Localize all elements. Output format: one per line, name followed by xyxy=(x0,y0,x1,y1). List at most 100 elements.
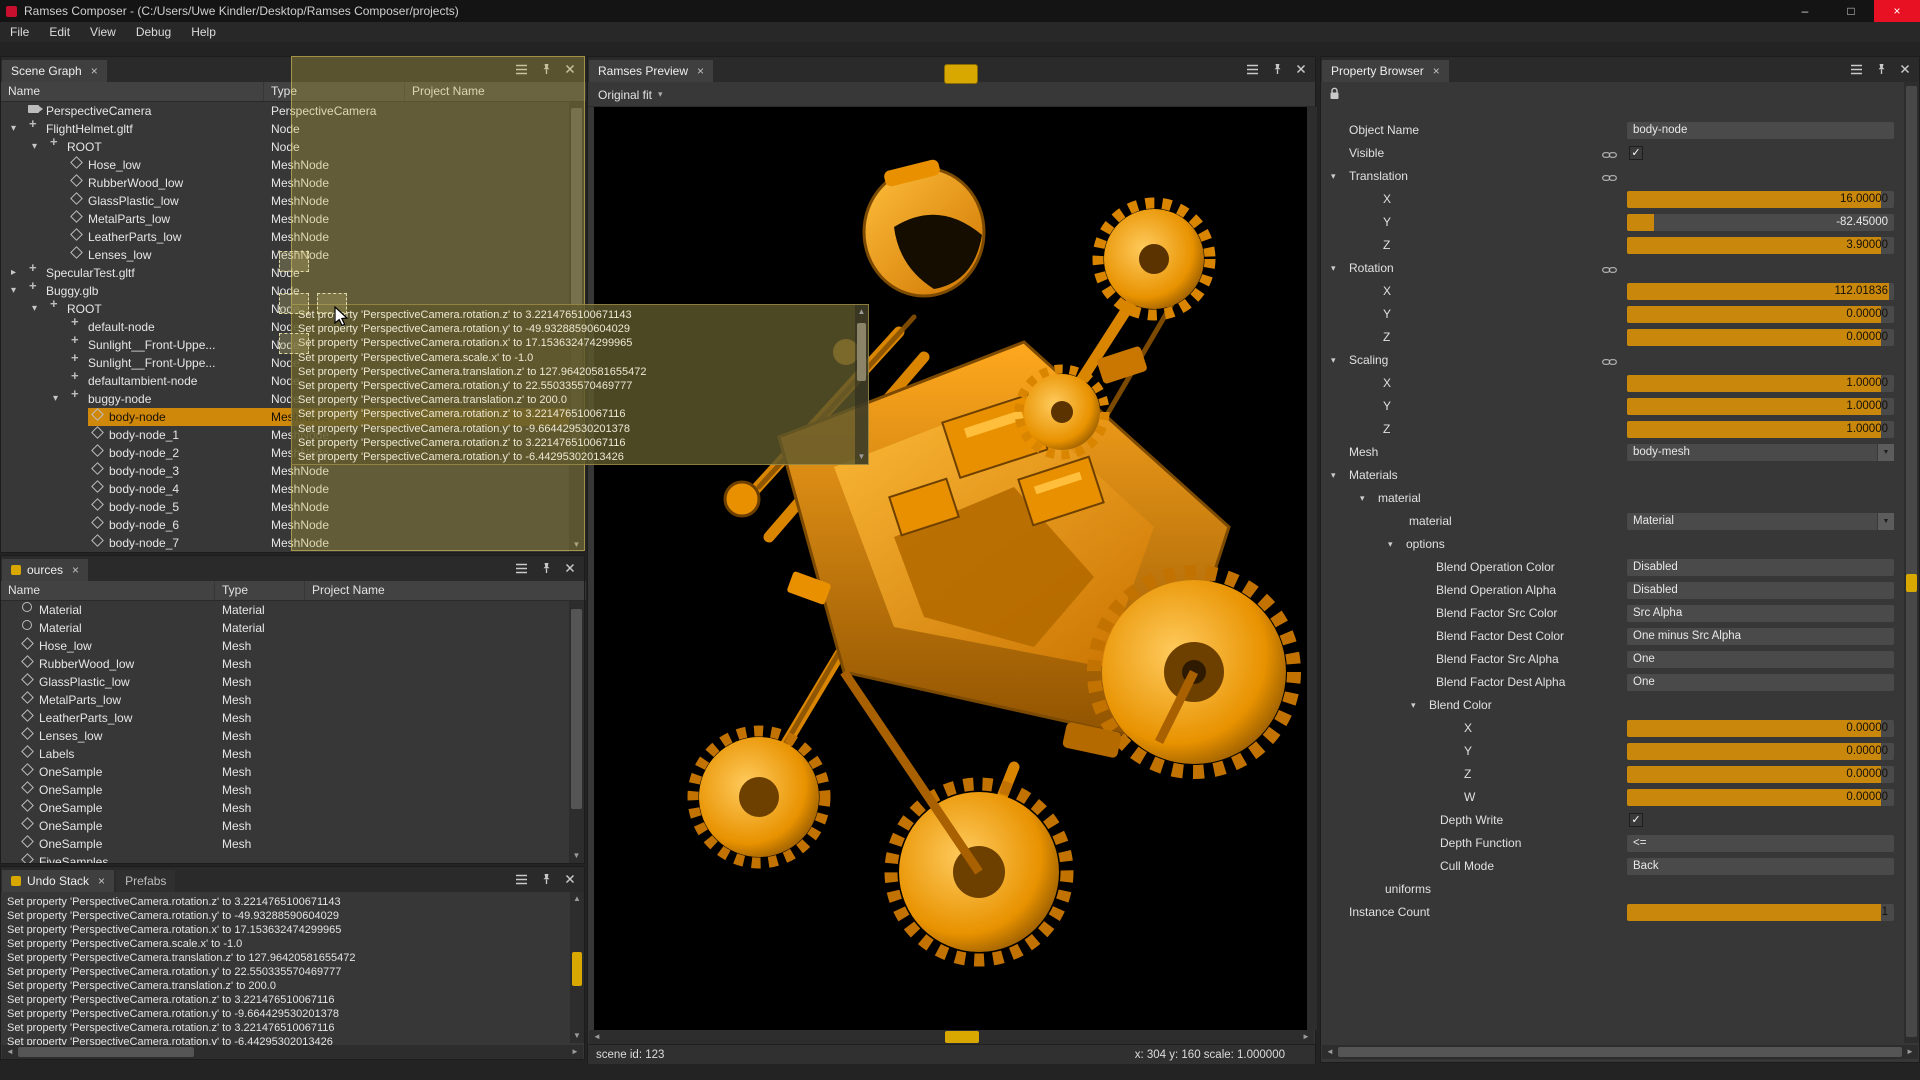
dropdown[interactable]: Material▼ xyxy=(1627,513,1894,530)
link-icon[interactable] xyxy=(1602,264,1617,278)
undo-entry[interactable]: Set property 'PerspectiveCamera.rotation… xyxy=(3,965,568,979)
expander-open-icon[interactable]: ▾ xyxy=(53,390,68,408)
value-slider[interactable]: 1 xyxy=(1627,904,1894,921)
undo-vscrollbar[interactable]: ▲ ▼ xyxy=(570,892,584,1043)
property-hscrollbar[interactable]: ◄ ► xyxy=(1322,1045,1918,1059)
resource-row[interactable]: RubberWood_lowMesh xyxy=(1,655,569,673)
tab-close-icon[interactable]: × xyxy=(1433,64,1440,78)
tab-prefabs[interactable]: Prefabs xyxy=(116,870,175,892)
chevron-down-icon[interactable]: ▾ xyxy=(1360,487,1365,510)
minimize-button[interactable]: – xyxy=(1782,0,1828,22)
value-slider[interactable]: 0.00000 xyxy=(1627,720,1894,737)
column-header-type[interactable]: Type xyxy=(215,581,305,600)
scroll-down-icon[interactable]: ▼ xyxy=(570,1030,584,1042)
close-button[interactable]: × xyxy=(1874,0,1920,22)
value-slider[interactable]: 0.00000 xyxy=(1627,329,1894,346)
expander-open-icon[interactable]: ▾ xyxy=(32,138,47,156)
menu-file[interactable]: File xyxy=(0,22,39,42)
dropdown[interactable]: Src Alpha xyxy=(1627,605,1894,622)
title-bar[interactable]: Ramses Composer - (C:/Users/Uwe Kindler/… xyxy=(0,0,1920,22)
panel-menu-icon[interactable] xyxy=(515,563,528,574)
scroll-right-icon[interactable]: ► xyxy=(568,1045,582,1059)
scrollbar-handle[interactable] xyxy=(18,1047,194,1057)
menu-help[interactable]: Help xyxy=(181,22,226,42)
resources-vscrollbar[interactable]: ▼ xyxy=(569,601,584,863)
undo-entry[interactable]: Set property 'PerspectiveCamera.rotation… xyxy=(3,1007,568,1021)
link-icon[interactable] xyxy=(1602,356,1617,370)
menu-view[interactable]: View xyxy=(80,22,126,42)
expander-open-icon[interactable]: ▾ xyxy=(11,282,26,300)
resource-row[interactable]: Hose_lowMesh xyxy=(1,637,569,655)
chevron-down-icon[interactable]: ▾ xyxy=(1331,464,1336,487)
checkbox[interactable]: ✓ xyxy=(1629,813,1643,827)
resource-row[interactable]: Lenses_lowMesh xyxy=(1,727,569,745)
preview-viewport[interactable] xyxy=(594,107,1307,1030)
tab-scene-graph[interactable]: Scene Graph × xyxy=(2,60,107,82)
undo-entry[interactable]: Set property 'PerspectiveCamera.rotation… xyxy=(3,923,568,937)
tab-close-icon[interactable]: × xyxy=(697,64,704,78)
value-slider[interactable]: 3.90000 xyxy=(1627,237,1894,254)
undo-entry[interactable]: Set property 'PerspectiveCamera.rotation… xyxy=(3,909,568,923)
dropdown[interactable]: body-mesh▼ xyxy=(1627,444,1894,461)
scroll-right-icon[interactable]: ► xyxy=(1299,1030,1313,1044)
column-header-name[interactable]: Name xyxy=(1,82,264,101)
scrollbar-handle[interactable] xyxy=(572,952,582,986)
value-slider[interactable]: -82.45000 xyxy=(1627,214,1894,231)
resource-row[interactable]: OneSampleMesh xyxy=(1,835,569,853)
fit-mode-dropdown[interactable]: Original fit ▾ xyxy=(598,85,663,104)
maximize-button[interactable]: □ xyxy=(1828,0,1874,22)
pin-icon[interactable] xyxy=(541,873,552,885)
close-icon[interactable] xyxy=(1296,64,1306,74)
preview-hscrollbar[interactable]: ◄ ► xyxy=(589,1030,1314,1044)
resource-row[interactable]: OneSampleMesh xyxy=(1,763,569,781)
value-slider[interactable]: 1.00000 xyxy=(1627,398,1894,415)
resource-row[interactable]: OneSampleMesh xyxy=(1,799,569,817)
resource-row[interactable]: OneSampleMesh xyxy=(1,781,569,799)
tab-close-icon[interactable]: × xyxy=(72,563,79,577)
pin-icon[interactable] xyxy=(541,562,552,574)
resource-row[interactable]: LabelsMesh xyxy=(1,745,569,763)
panel-menu-icon[interactable] xyxy=(515,874,528,885)
value-slider[interactable]: 0.00000 xyxy=(1627,766,1894,783)
chevron-down-icon[interactable]: ▾ xyxy=(1331,257,1336,280)
panel-menu-icon[interactable] xyxy=(1850,64,1863,75)
tab-property-browser[interactable]: Property Browser × xyxy=(1322,60,1449,82)
panel-menu-icon[interactable] xyxy=(1246,64,1259,75)
value-slider[interactable]: 0.00000 xyxy=(1627,789,1894,806)
chevron-down-icon[interactable]: ▾ xyxy=(1331,349,1336,372)
close-icon[interactable] xyxy=(1900,64,1910,74)
scroll-down-icon[interactable]: ▼ xyxy=(569,850,584,862)
dropdown[interactable]: One xyxy=(1627,674,1894,691)
value-slider[interactable]: 16.00000 xyxy=(1627,191,1894,208)
expander-open-icon[interactable]: ▾ xyxy=(32,300,47,318)
undo-hscrollbar[interactable]: ◄ ► xyxy=(2,1045,583,1059)
scroll-left-icon[interactable]: ◄ xyxy=(1323,1045,1337,1059)
resource-row[interactable]: OneSampleMesh xyxy=(1,817,569,835)
expander-closed-icon[interactable]: ▸ xyxy=(11,264,26,282)
pin-icon[interactable] xyxy=(1876,63,1887,75)
value-slider[interactable]: 1.00000 xyxy=(1627,375,1894,392)
undo-entry[interactable]: Set property 'PerspectiveCamera.scale.x'… xyxy=(3,937,568,951)
column-header-project-name[interactable]: Project Name xyxy=(305,581,586,600)
expander-open-icon[interactable]: ▾ xyxy=(11,120,26,138)
value-slider[interactable]: 1.00000 xyxy=(1627,421,1894,438)
undo-entry[interactable]: Set property 'PerspectiveCamera.translat… xyxy=(3,979,568,993)
chevron-down-icon[interactable]: ▾ xyxy=(1388,533,1393,556)
link-icon[interactable] xyxy=(1602,172,1617,186)
dropdown[interactable]: Back xyxy=(1627,858,1894,875)
text-field[interactable]: body-node xyxy=(1627,122,1894,139)
chevron-down-icon[interactable]: ▾ xyxy=(1331,165,1336,188)
resource-row[interactable]: MaterialMaterial xyxy=(1,619,569,637)
close-icon[interactable] xyxy=(565,874,575,884)
scrollbar-handle[interactable] xyxy=(571,609,582,809)
scroll-left-icon[interactable]: ◄ xyxy=(590,1030,604,1044)
undo-entry[interactable]: Set property 'PerspectiveCamera.rotation… xyxy=(3,1021,568,1035)
menu-edit[interactable]: Edit xyxy=(39,22,80,42)
link-icon[interactable] xyxy=(1602,149,1617,163)
scrollbar-handle[interactable] xyxy=(945,1031,979,1043)
checkbox[interactable]: ✓ xyxy=(1629,146,1643,160)
scroll-right-icon[interactable]: ► xyxy=(1903,1045,1917,1059)
value-slider[interactable]: 0.00000 xyxy=(1627,743,1894,760)
dropdown[interactable]: One minus Src Alpha xyxy=(1627,628,1894,645)
undo-entry[interactable]: Set property 'PerspectiveCamera.rotation… xyxy=(3,1035,568,1045)
